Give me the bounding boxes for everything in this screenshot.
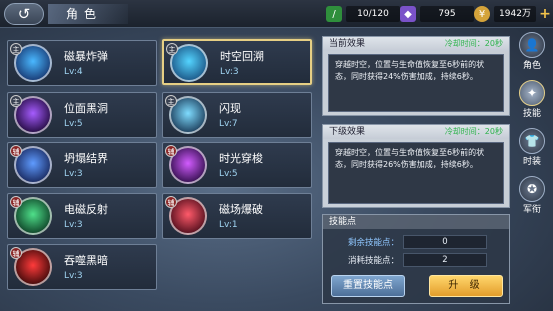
skill-tag: 主 [10,43,22,55]
skill-level: Lv:5 [64,119,83,129]
top-bar: ↺ 角色 / 10/120 + ◆ 795 + ¥ 1942万 + [0,0,553,28]
remaining-points-value: 0 [403,235,487,249]
next-effect-panel: 下级效果 冷却时间：20秒 穿越时空，位置与生命值恢复至6秒前的状态，同时获得26… [322,124,510,208]
skill-card[interactable]: 辅吞噬黑暗 Lv:3 [7,244,157,290]
back-icon: ↺ [17,5,31,23]
skill-tag: 主 [10,95,22,107]
tab-icon: 👤 [519,32,545,58]
skill-card[interactable]: 辅电磁反射 Lv:3 [7,193,157,239]
cost-points-label: 消耗技能点： [347,256,399,266]
current-cooldown: 冷却时间：20秒 [444,39,503,48]
tab-icon: ✪ [519,176,545,202]
skill-level: Lv:5 [219,169,238,179]
tab-label: 技能 [522,109,541,119]
skill-name: 吞噬黑暗 [64,254,108,267]
tab-icon: 👕 [519,128,545,154]
gem-icon: ◆ [400,6,416,22]
skill-level: Lv:1 [219,220,238,230]
page-title: 角色 [48,4,128,24]
gold-coin-icon: ¥ [474,6,490,22]
current-effect-title: 当前效果 [329,39,366,49]
tab-label: 角色 [522,61,541,71]
back-button[interactable]: ↺ [4,3,44,25]
skill-level: Lv:3 [220,67,239,77]
skill-points-title: 技能点 [323,215,509,229]
current-effect-text: 穿越时空，位置与生命值恢复至6秒前的状态，同时获得24%伤害加成，持续6秒。 [328,54,504,112]
tab-label: 时装 [522,157,541,167]
tab-2[interactable]: 👕 时装 [517,128,547,168]
upgrade-button[interactable]: 升 级 [429,275,503,297]
skill-name: 闪现 [219,102,241,115]
skill-card[interactable]: 主磁暴炸弹 Lv:4 [7,40,157,86]
skill-name: 坍塌结界 [64,152,108,165]
skill-tag: 主 [165,95,177,107]
gold-resource: ¥ 1942万 + [474,5,552,23]
skill-level: Lv:3 [64,271,83,281]
next-effect-text: 穿越时空，位置与生命值恢复至6秒前的状态，同时获得26%伤害加成，持续6秒。 [328,142,504,204]
skill-tag: 辅 [165,145,177,157]
next-effect-title: 下级效果 [329,127,366,137]
skill-level: Lv:3 [64,220,83,230]
skill-card[interactable]: 辅坍塌结界 Lv:3 [7,142,157,188]
skill-card[interactable]: 主时空回溯 Lv:3 [162,39,312,85]
skill-card[interactable]: 辅时光穿梭 Lv:5 [162,142,312,188]
current-effect-panel: 当前效果 冷却时间：20秒 穿越时空，位置与生命值恢复至6秒前的状态，同时获得24… [322,36,510,116]
skill-name: 电磁反射 [64,203,108,216]
skill-card[interactable]: 辅磁场爆破 Lv:1 [162,193,312,239]
tab-1[interactable]: ✦ 技能 [517,80,547,120]
tab-3[interactable]: ✪ 军衔 [517,176,547,216]
skill-tag: 辅 [10,145,22,157]
skill-level: Lv:4 [64,67,83,77]
skill-name: 时空回溯 [220,50,264,63]
remaining-points-row: 剩余技能点： 0 [323,235,511,249]
gems-value: 795 [420,6,474,22]
remaining-points-label: 剩余技能点： [347,238,399,248]
tab-label: 军衔 [522,205,541,215]
stamina-value: 10/120 [346,6,400,22]
skill-points-panel: 技能点 剩余技能点： 0 消耗技能点： 2 重置技能点 升 级 [322,214,510,304]
reset-skill-points-button[interactable]: 重置技能点 [331,275,405,297]
skill-tag: 主 [166,43,178,55]
skill-level: Lv:3 [64,169,83,179]
tab-0[interactable]: 👤 角色 [517,32,547,72]
skill-level: Lv:7 [219,119,238,129]
skill-name: 位面黑洞 [64,102,108,115]
skill-name: 磁暴炸弹 [64,50,108,63]
tab-icon: ✦ [519,80,545,106]
skill-tag: 辅 [10,196,22,208]
skill-tag: 辅 [10,247,22,259]
gold-value: 1942万 [494,6,536,22]
cost-points-value: 2 [403,253,487,267]
next-cooldown: 冷却时间：20秒 [444,127,503,136]
stamina-icon: / [326,6,342,22]
skill-card[interactable]: 主闪现 Lv:7 [162,92,312,138]
skill-name: 时光穿梭 [219,152,263,165]
skill-tag: 辅 [165,196,177,208]
cost-points-row: 消耗技能点： 2 [323,253,511,267]
add-gold-button[interactable]: + [538,7,552,21]
skill-name: 磁场爆破 [219,203,263,216]
skill-card[interactable]: 主位面黑洞 Lv:5 [7,92,157,138]
